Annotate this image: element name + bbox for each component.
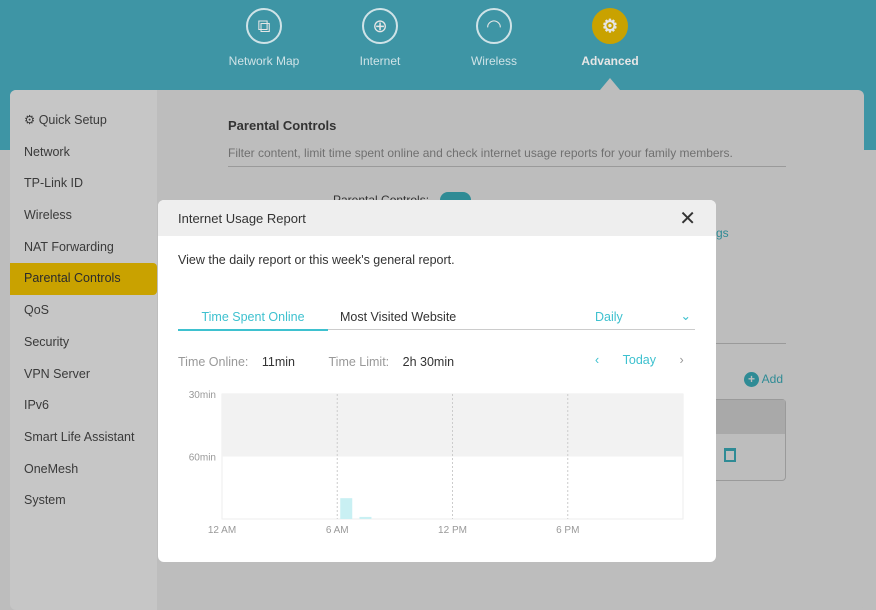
nav-network-map[interactable]: ⧉ Network Map [214, 8, 314, 68]
gear-icon: ⚙ [24, 113, 39, 127]
sidebar-item-quick-setup[interactable]: ⚙ Quick Setup [10, 105, 157, 137]
x-tick-label: 12 AM [208, 525, 236, 536]
trash-icon[interactable] [724, 448, 736, 462]
x-tick-label: 12 PM [438, 525, 467, 536]
time-limit-value: 2h 30min [402, 355, 455, 369]
page-description: Filter content, limit time spent online … [228, 146, 786, 167]
y-tick-label: 60min [189, 453, 216, 464]
dialog-intro: View the daily report or this week's gen… [178, 253, 455, 267]
sidebar: ⚙ Quick Setup Network TP-Link ID Wireless NA… [10, 90, 157, 610]
sidebar-item-network[interactable]: Network [10, 137, 157, 169]
sidebar-item-onemesh[interactable]: OneMesh [10, 454, 157, 486]
nav-internet[interactable]: ⊕ Internet [330, 8, 430, 68]
sidebar-item-system[interactable]: System [10, 485, 157, 517]
sidebar-item-smart-life-assistant[interactable]: Smart Life Assistant [10, 422, 157, 454]
chevron-down-icon: ⌄ [680, 309, 691, 323]
settings-link[interactable]: gs [716, 226, 729, 240]
sidebar-item-ipv6[interactable]: IPv6 [10, 390, 157, 422]
profile-table [716, 399, 786, 481]
add-button[interactable]: + Add [744, 372, 783, 387]
gear-icon: ⚙ [601, 15, 619, 36]
close-icon[interactable]: ✕ [679, 206, 696, 231]
sidebar-item-tp-link-id[interactable]: TP-Link ID [10, 168, 157, 200]
divider [716, 343, 786, 344]
dialog-title: Internet Usage Report [178, 211, 306, 226]
page-title: Parental Controls [228, 118, 337, 133]
time-online-value: 11min [261, 355, 296, 369]
period-select[interactable]: Daily ⌄ [595, 309, 695, 324]
usage-chart: 60min 30min 12 AM 6 AM 12 PM 6 PM [189, 390, 684, 536]
tab-time-spent-online[interactable]: Time Spent Online [178, 310, 328, 331]
nav-wireless[interactable]: ◠ Wireless [444, 8, 544, 68]
x-tick-label: 6 PM [556, 525, 579, 536]
next-day-icon[interactable]: › [680, 353, 684, 367]
sidebar-item-qos[interactable]: QoS [10, 295, 157, 327]
usage-bar [359, 516, 372, 519]
sidebar-item-nat-forwarding[interactable]: NAT Forwarding [10, 232, 157, 264]
network-map-icon: ⧉ [257, 15, 271, 36]
nav-advanced[interactable]: ⚙ Advanced [560, 8, 660, 68]
sidebar-item-vpn-server[interactable]: VPN Server [10, 359, 157, 391]
sidebar-item-parental-controls[interactable]: Parental Controls [10, 263, 157, 296]
wifi-icon: ◠ [486, 15, 502, 36]
active-pointer [600, 78, 620, 90]
plus-icon: + [744, 372, 759, 387]
y-tick-label: 30min [189, 390, 216, 401]
sidebar-item-wireless[interactable]: Wireless [10, 200, 157, 232]
time-limit-label: Time Limit: [328, 355, 390, 369]
sidebar-item-security[interactable]: Security [10, 327, 157, 359]
usage-bar [340, 498, 353, 519]
time-online-label: Time Online: [178, 355, 249, 369]
tab-most-visited-website[interactable]: Most Visited Website [340, 310, 456, 324]
globe-icon: ⊕ [372, 15, 388, 36]
usage-report-dialog: Internet Usage Report ✕ View the daily re… [158, 200, 716, 562]
prev-day-icon[interactable]: ‹ [595, 353, 599, 367]
x-tick-label: 6 AM [326, 525, 349, 536]
day-label: Today [622, 353, 657, 367]
